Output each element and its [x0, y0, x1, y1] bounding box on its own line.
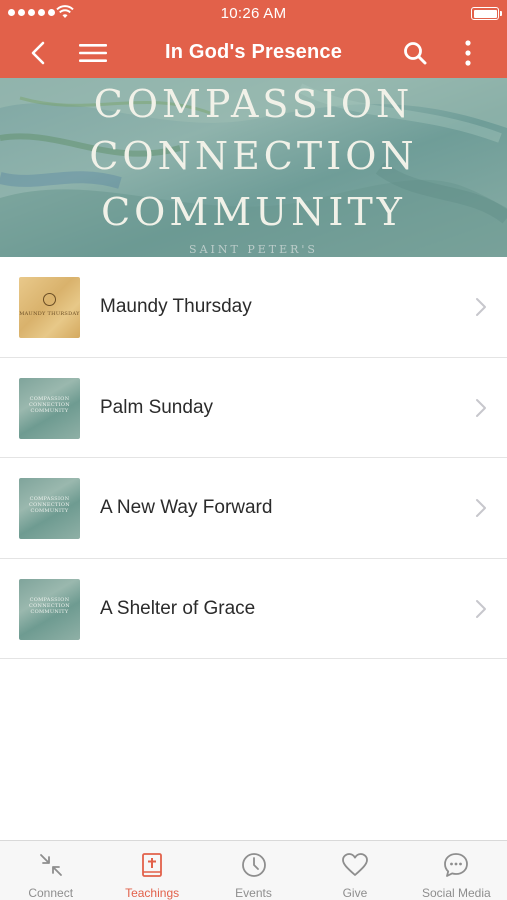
- battery-icon: [471, 7, 502, 20]
- list-item-title: A Shelter of Grace: [100, 597, 256, 619]
- chat-bubble-icon: [444, 853, 469, 877]
- list-item-title: Palm Sunday: [100, 396, 214, 418]
- heart-icon: [342, 853, 368, 876]
- tab-teachings[interactable]: Teachings: [101, 841, 202, 900]
- chevron-right-icon: [476, 599, 486, 618]
- chevron-right-icon: [476, 298, 486, 316]
- chevron-right-icon: [476, 398, 486, 417]
- tab-events[interactable]: Events: [203, 841, 304, 900]
- menu-button[interactable]: [71, 27, 115, 78]
- more-options-button[interactable]: [446, 27, 490, 78]
- tab-label: Events: [235, 886, 272, 900]
- status-time: 10:26 AM: [220, 5, 287, 22]
- arrows-collapse-icon: [39, 854, 62, 876]
- banner-caption: SAINT PETER'S: [189, 243, 318, 256]
- list-item[interactable]: COMPASSION CONNECTION COMMUNITY A New Wa…: [0, 458, 507, 559]
- bible-icon: [142, 853, 163, 877]
- teaching-thumbnail: COMPASSION CONNECTION COMMUNITY: [19, 377, 80, 439]
- tab-give[interactable]: Give: [304, 841, 405, 900]
- tab-label: Teachings: [125, 886, 180, 900]
- list-item-title: A New Way Forward: [100, 497, 273, 518]
- hamburger-menu-icon: [79, 43, 107, 62]
- emblem-icon: [43, 293, 56, 306]
- page-title: In God's Presence: [164, 41, 343, 63]
- banner-title-line-1: COMPASSION: [93, 82, 414, 126]
- banner-title-line-3: COMMUNITY: [101, 190, 406, 234]
- tab-label: Give: [342, 886, 368, 900]
- tab-social-media[interactable]: Social Media: [406, 841, 507, 900]
- bottom-tab-bar: Connect Teachings Events Give Social Med…: [0, 840, 507, 900]
- clock-icon: [241, 853, 266, 877]
- list-item-title: Maundy Thursday: [100, 296, 252, 317]
- teachings-list: MAUNDY THURSDAY Maundy Thursday COMPASSI…: [0, 257, 507, 659]
- search-button[interactable]: [393, 27, 437, 78]
- tab-connect[interactable]: Connect: [0, 841, 101, 900]
- list-item[interactable]: MAUNDY THURSDAY Maundy Thursday: [0, 257, 507, 358]
- tab-label: Social Media: [421, 886, 491, 900]
- list-item[interactable]: COMPASSION CONNECTION COMMUNITY Palm Sun…: [0, 357, 507, 458]
- teaching-thumbnail: COMPASSION CONNECTION COMMUNITY: [19, 578, 80, 640]
- teaching-thumbnail: MAUNDY THURSDAY: [19, 277, 80, 338]
- banner-title-line-2: CONNECTION: [89, 134, 418, 178]
- series-banner-image: COMPASSION CONNECTION COMMUNITY SAINT PE…: [0, 78, 507, 257]
- list-item[interactable]: COMPASSION CONNECTION COMMUNITY A Shelte…: [0, 558, 507, 659]
- tab-label: Connect: [28, 886, 74, 900]
- nav-bar: In God's Presence: [0, 27, 507, 78]
- chevron-right-icon: [476, 499, 486, 517]
- teaching-thumbnail: COMPASSION CONNECTION COMMUNITY: [19, 478, 80, 539]
- chevron-left-icon: [31, 41, 45, 64]
- search-icon: [404, 41, 427, 64]
- more-vertical-icon: [465, 39, 471, 66]
- status-bar: 10:26 AM: [0, 0, 507, 27]
- back-button[interactable]: [16, 27, 60, 78]
